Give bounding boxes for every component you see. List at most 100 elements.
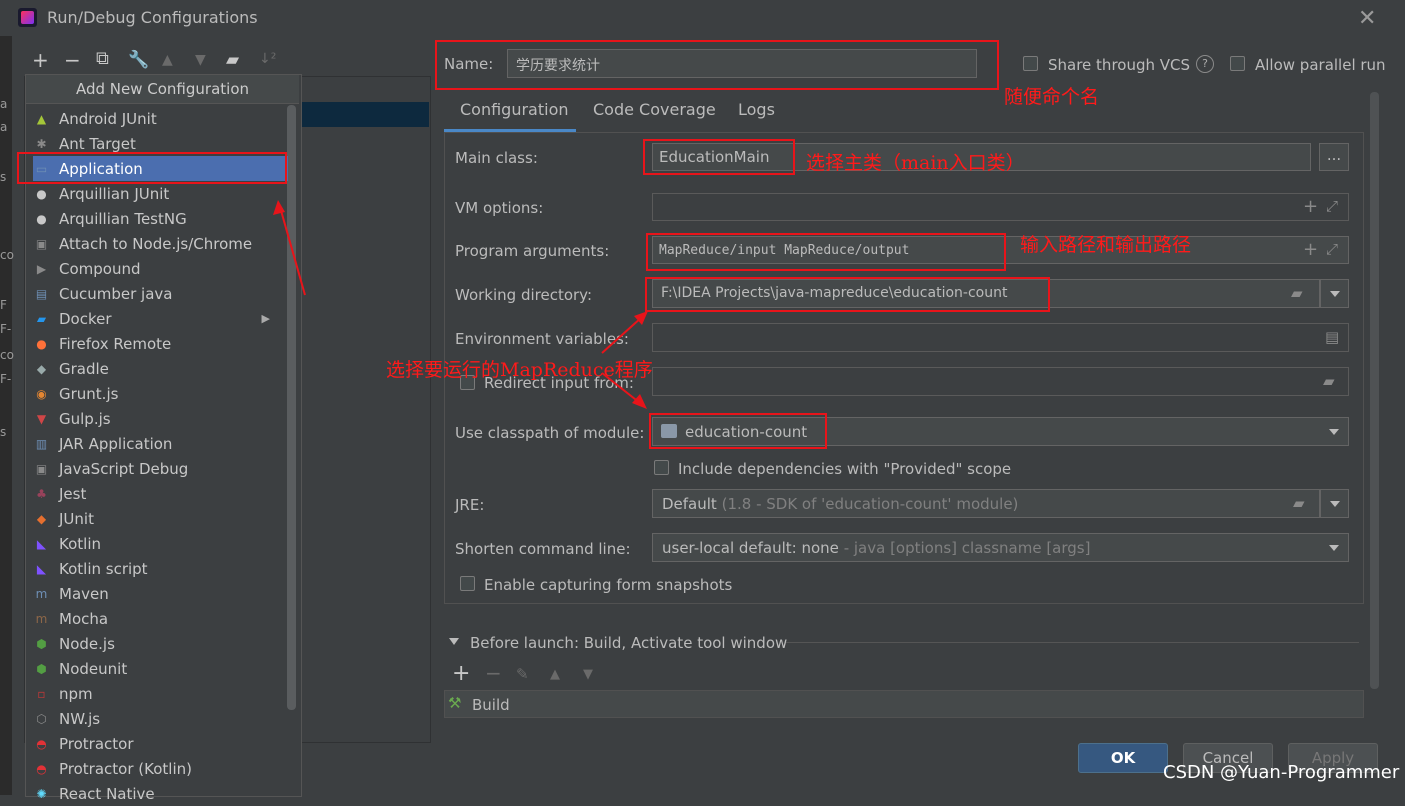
popup-item-label: Node.js <box>59 634 115 653</box>
react-icon: ✺ <box>36 786 47 801</box>
popup-item-junit[interactable]: ◆ JUnit <box>33 506 288 531</box>
remove-task-icon[interactable]: − <box>485 661 502 685</box>
popup-item-firefox-remote[interactable]: ● Firefox Remote <box>33 331 288 356</box>
js-debug-icon: ▣ <box>35 461 48 476</box>
popup-item-docker[interactable]: ▰ Docker ▶ <box>33 306 288 331</box>
shorten-command-line-value: user-local default: none - java [options… <box>662 539 1091 557</box>
build-task-item[interactable]: Build <box>472 696 510 714</box>
jre-input[interactable]: Default (1.8 - SDK of 'education-count' … <box>652 489 1320 518</box>
form-scrollbar[interactable] <box>1370 92 1379 689</box>
working-directory-dropdown[interactable] <box>1320 279 1349 308</box>
environment-variables-input[interactable]: ▤ <box>652 323 1349 352</box>
popup-item-compound[interactable]: ▶ Compound <box>33 256 288 281</box>
classpath-module-label: Use classpath of module: <box>455 424 645 442</box>
redirect-input-field[interactable]: ▰ <box>652 367 1349 396</box>
jre-dropdown[interactable] <box>1320 489 1349 518</box>
expand-icon[interactable]: ⤢ <box>1326 240 1338 258</box>
move-down-icon[interactable]: ▼ <box>583 667 593 682</box>
popup-item-arquillian-testng[interactable]: ● Arquillian TestNG <box>33 206 288 231</box>
add-task-icon[interactable]: + <box>452 661 470 686</box>
document-icon[interactable]: ▤ <box>1325 328 1339 346</box>
program-arguments-label: Program arguments: <box>455 242 610 260</box>
help-icon[interactable]: ? <box>1196 55 1214 73</box>
background-text: s <box>0 425 7 439</box>
popup-item-jest[interactable]: ♣ Jest <box>33 481 288 506</box>
annotation-arguments: 输入路径和输出路径 <box>1020 234 1192 256</box>
popup-item-react-native[interactable]: ✺ React Native <box>33 781 288 806</box>
capture-snapshots-checkbox[interactable] <box>460 576 475 591</box>
gradle-icon: ◆ <box>36 361 47 376</box>
maven-icon: m <box>35 586 48 601</box>
folder-icon[interactable]: ▰ <box>226 50 239 70</box>
close-icon[interactable]: ✕ <box>1358 6 1376 31</box>
edit-task-icon[interactable]: ✎ <box>516 665 529 683</box>
popup-item-arquillian-junit[interactable]: ● Arquillian JUnit <box>33 181 288 206</box>
ok-button[interactable]: OK <box>1078 743 1168 773</box>
popup-item-protractor[interactable]: ◓ Protractor <box>33 731 288 756</box>
collapse-triangle-icon[interactable] <box>449 638 459 645</box>
tab-logs[interactable]: Logs <box>738 100 775 119</box>
popup-item-nodeunit[interactable]: ⬢ Nodeunit <box>33 656 288 681</box>
background-text: F <box>0 298 7 312</box>
shorten-command-line-dropdown[interactable]: user-local default: none - java [options… <box>652 533 1349 562</box>
vm-options-input[interactable]: + ⤢ <box>652 193 1349 221</box>
popup-item-gradle[interactable]: ◆ Gradle <box>33 356 288 381</box>
popup-item-protractor-kotlin[interactable]: ◓ Protractor (Kotlin) <box>33 756 288 781</box>
sort-icon[interactable]: ↓² <box>259 51 276 67</box>
share-vcs-checkbox[interactable] <box>1023 56 1038 71</box>
arrow-annotation <box>601 311 648 409</box>
tab-code-coverage[interactable]: Code Coverage <box>593 100 716 119</box>
android-icon: ▲ <box>36 111 47 126</box>
popup-item-mocha[interactable]: m Mocha <box>33 606 288 631</box>
name-input[interactable]: 学历要求统计 <box>507 49 977 78</box>
plus-icon[interactable]: + <box>1303 196 1318 217</box>
folder-icon[interactable]: ▰ <box>1323 372 1335 390</box>
popup-item-nw-js[interactable]: ⬡ NW.js <box>33 706 288 731</box>
popup-item-attach-to-node-js-chrome[interactable]: ▣ Attach to Node.js/Chrome <box>33 231 288 256</box>
background-text: F- <box>0 322 12 336</box>
popup-item-javascript-debug[interactable]: ▣ JavaScript Debug <box>33 456 288 481</box>
popup-item-label: Kotlin script <box>59 559 148 578</box>
move-up-icon[interactable]: ▲ <box>550 667 560 682</box>
copy-icon[interactable]: ⧉ <box>96 48 109 69</box>
arrow-annotation <box>273 200 306 296</box>
highlight-box-module <box>649 413 827 449</box>
folder-icon[interactable]: ▰ <box>1291 284 1303 302</box>
popup-item-label: Android JUnit <box>59 109 157 128</box>
popup-item-node-js[interactable]: ⬢ Node.js <box>33 631 288 656</box>
popup-item-kotlin[interactable]: ◣ Kotlin <box>33 531 288 556</box>
popup-item-cucumber-java[interactable]: ▤ Cucumber java <box>33 281 288 306</box>
share-vcs-label: Share through VCS <box>1048 56 1191 74</box>
wrench-icon[interactable]: 🔧 <box>128 50 149 70</box>
move-up-icon[interactable]: ▲ <box>162 52 173 68</box>
expand-icon[interactable]: ⤢ <box>1326 197 1338 215</box>
highlight-box-arguments <box>646 233 1006 271</box>
popup-title: Add New Configuration <box>75 80 250 98</box>
background-text: s <box>0 170 7 184</box>
popup-item-android-junit[interactable]: ▲ Android JUnit <box>33 106 288 131</box>
compound-icon: ▶ <box>36 261 47 276</box>
allow-parallel-checkbox[interactable] <box>1230 56 1245 71</box>
popup-item-maven[interactable]: m Maven <box>33 581 288 606</box>
add-icon[interactable]: + <box>32 48 49 72</box>
popup-item-jar-application[interactable]: ▥ JAR Application <box>33 431 288 456</box>
highlight-box-application <box>17 152 287 184</box>
main-class-label: Main class: <box>455 149 538 167</box>
include-dependencies-checkbox[interactable] <box>654 460 669 475</box>
move-down-icon[interactable]: ▼ <box>195 52 206 68</box>
remove-icon[interactable]: − <box>64 48 81 72</box>
browse-main-class-button[interactable]: ... <box>1319 143 1349 171</box>
popup-item-label: JavaScript Debug <box>59 459 189 478</box>
popup-item-grunt-js[interactable]: ◉ Grunt.js <box>33 381 288 406</box>
tab-configuration[interactable]: Configuration <box>460 100 569 119</box>
plus-icon[interactable]: + <box>1303 239 1318 260</box>
tree-selected-row[interactable] <box>300 102 429 127</box>
popup-item-label: Docker <box>59 309 112 328</box>
popup-item-gulp-js[interactable]: ▼ Gulp.js <box>33 406 288 431</box>
before-launch-header[interactable]: Before launch: Build, Activate tool wind… <box>470 634 787 652</box>
popup-item-kotlin-script[interactable]: ◣ Kotlin script <box>33 556 288 581</box>
docker-icon: ▰ <box>36 311 47 326</box>
before-launch-list <box>444 690 1364 718</box>
folder-icon[interactable]: ▰ <box>1293 494 1305 512</box>
popup-item-npm[interactable]: ▫ npm <box>33 681 288 706</box>
